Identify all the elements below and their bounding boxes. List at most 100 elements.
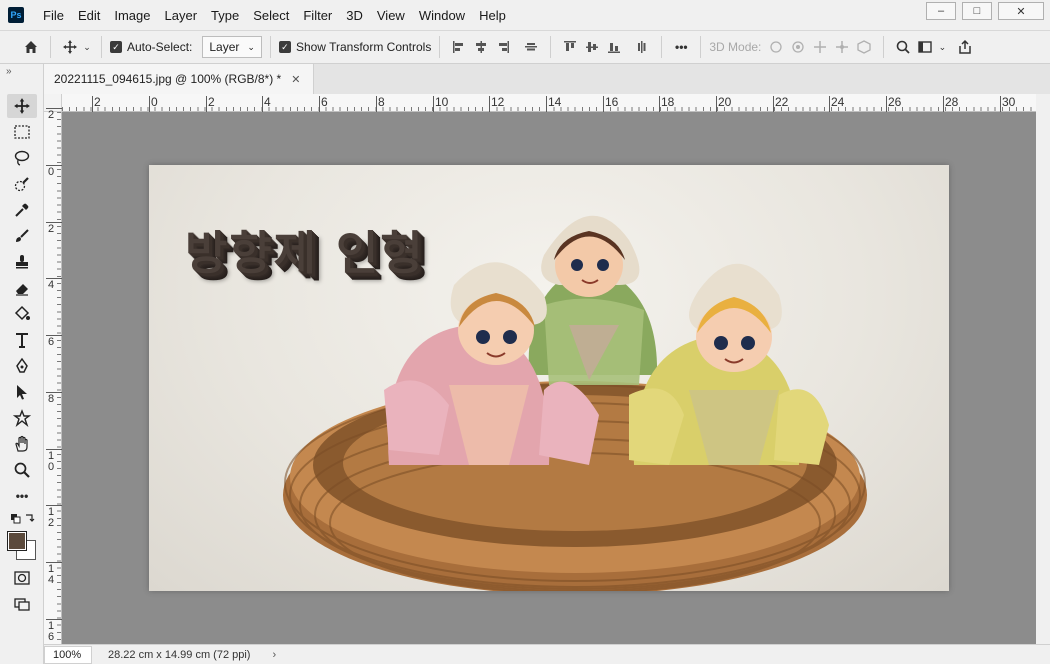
menu-image[interactable]: Image [107,8,157,23]
search-icon[interactable] [892,36,914,58]
align-right-icon[interactable] [492,36,514,58]
menu-edit[interactable]: Edit [71,8,107,23]
ruler-tick-label: 8 [378,95,385,109]
ruler-tick-label: 12 [47,506,55,529]
ruler-tick-label: 2 [47,109,55,121]
ruler-tick-label: 6 [321,95,328,109]
menu-help[interactable]: Help [472,8,513,23]
menu-3d[interactable]: 3D [339,8,370,23]
overlay-title-text[interactable]: 방향제 인형 [185,217,425,283]
ruler-tick-label: 16 [605,95,619,109]
scale-3d-icon[interactable] [853,36,875,58]
screen-mode-icon[interactable] [7,592,37,616]
pen-tool-icon[interactable] [7,354,37,378]
menu-type[interactable]: Type [204,8,246,23]
document-canvas[interactable]: 방향제 인형 [149,165,949,591]
lasso-tool-icon[interactable] [7,146,37,170]
ruler-tick-label: 30 [1002,95,1016,109]
menu-bar: Ps File Edit Image Layer Type Select Fil… [0,0,1050,30]
zoom-level-field[interactable]: 100% [44,645,92,664]
close-icon[interactable]: ✕ [291,73,300,86]
menu-window[interactable]: Window [412,8,472,23]
share-icon[interactable] [954,36,976,58]
home-icon[interactable] [20,36,42,58]
ruler-tick-label: 0 [151,95,158,109]
checkmark-icon[interactable]: ✓ [110,41,122,53]
ruler-tick-label: 10 [435,95,449,109]
move-tool-preset-icon[interactable] [59,36,81,58]
auto-select-toggle[interactable]: ✓ Auto-Select: [110,40,192,54]
vertical-ruler[interactable]: 2 0 2 4 6 8 10 12 14 16 [44,108,62,644]
pan-3d-icon[interactable] [809,36,831,58]
ruler-tick-label: 4 [264,95,271,109]
distribute-horizontal-icon[interactable] [520,36,542,58]
path-selection-tool-icon[interactable] [7,380,37,404]
workspace-icon[interactable] [914,36,936,58]
marquee-tool-icon[interactable] [7,120,37,144]
horizontal-ruler[interactable]: 2 0 2 4 6 8 10 12 14 16 18 20 22 24 26 28 30 [62,94,1036,112]
ruler-tick-label: 20 [718,95,732,109]
menu-file[interactable]: File [36,8,71,23]
align-center-icon[interactable] [470,36,492,58]
ruler-tick-label: 22 [775,95,789,109]
checkmark-icon[interactable]: ✓ [278,41,291,53]
swap-colors-icon[interactable] [7,510,37,528]
ruler-tick-label: 24 [831,95,845,109]
quick-mask-icon[interactable] [7,566,37,590]
menu-layer[interactable]: Layer [158,8,205,23]
type-tool-icon[interactable] [7,328,37,352]
align-middle-icon[interactable] [581,36,603,58]
ruler-tick-label: 12 [491,95,505,109]
canvas-workspace[interactable]: 방향제 인형 [62,112,1036,644]
distribute-vertical-icon[interactable] [631,36,653,58]
document-size-info: 28.22 cm x 14.99 cm (72 ppi) [108,648,251,661]
tools-panel: » ••• [0,64,44,664]
menu-select[interactable]: Select [246,8,296,23]
ruler-tick-label: 10 [47,450,55,473]
more-tools-icon[interactable]: ••• [7,484,37,508]
orbit-3d-icon[interactable] [765,36,787,58]
menu-view[interactable]: View [370,8,412,23]
show-transform-toggle[interactable]: ✓ Show Transform Controls [278,40,431,54]
chevron-down-icon[interactable]: ⌄ [81,36,93,58]
align-top-icon[interactable] [559,36,581,58]
close-window-button[interactable]: ✕ [998,2,1044,20]
ruler-tick-label: 2 [47,223,55,235]
align-left-icon[interactable] [448,36,470,58]
document-tab-title: 20221115_094615.jpg @ 100% (RGB/8*) * [54,72,282,86]
chevron-down-icon[interactable]: ⌄ [936,36,948,58]
eyedropper-tool-icon[interactable] [7,198,37,222]
ruler-tick-label: 0 [47,166,55,178]
vertical-scrollbar[interactable] [1036,94,1050,644]
quick-selection-tool-icon[interactable] [7,172,37,196]
minimize-button[interactable]: – [926,2,956,20]
ruler-tick-label: 14 [548,95,562,109]
document-tab[interactable]: 20221115_094615.jpg @ 100% (RGB/8*) * ✕ [44,64,314,94]
maximize-button[interactable]: □ [962,2,992,20]
status-bar: 100% 28.22 cm x 14.99 cm (72 ppi) › [44,644,1050,664]
auto-select-dropdown[interactable]: Layer ⌄ [202,36,262,58]
hand-tool-icon[interactable] [7,432,37,456]
expand-panel-icon[interactable]: » [6,66,12,77]
brush-tool-icon[interactable] [7,224,37,248]
align-bottom-icon[interactable] [603,36,625,58]
move-tool-icon[interactable] [7,94,37,118]
chevron-right-icon[interactable]: › [272,649,276,661]
slide-3d-icon[interactable] [831,36,853,58]
auto-select-value: Layer [209,40,240,54]
ruler-tick-label: 14 [47,563,55,586]
custom-shape-tool-icon[interactable] [7,406,37,430]
ruler-tick-label: 26 [888,95,902,109]
ruler-tick-label: 6 [47,336,55,348]
roll-3d-icon[interactable] [787,36,809,58]
options-bar: ⌄ ✓ Auto-Select: Layer ⌄ ✓ Show Transfor… [0,30,1050,64]
zoom-tool-icon[interactable] [7,458,37,482]
stamp-tool-icon[interactable] [7,250,37,274]
paint-bucket-tool-icon[interactable] [7,302,37,326]
menu-filter[interactable]: Filter [296,8,339,23]
eraser-tool-icon[interactable] [7,276,37,300]
photoshop-logo: Ps [8,7,24,23]
more-options-button[interactable]: ••• [670,36,692,58]
foreground-color-swatch[interactable] [7,531,27,551]
auto-select-label: Auto-Select: [127,40,193,54]
